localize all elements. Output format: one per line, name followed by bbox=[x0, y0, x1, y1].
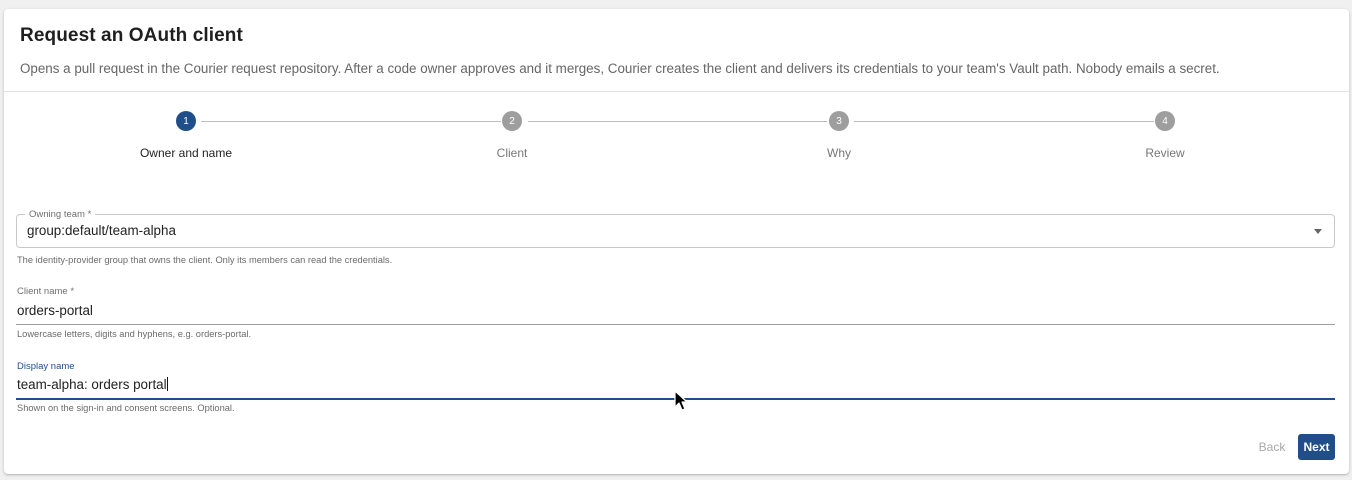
display-name-helper: Shown on the sign-in and consent screens… bbox=[17, 403, 235, 413]
mouse-pointer-icon bbox=[674, 390, 688, 411]
request-oauth-client-card: Request an OAuth client Opens a pull req… bbox=[4, 9, 1349, 474]
step-4-label[interactable]: Review bbox=[1145, 146, 1184, 160]
text-caret bbox=[166, 377, 168, 391]
client-name-helper: Lowercase letters, digits and hyphens, e… bbox=[17, 329, 252, 339]
card-header: Request an OAuth client Opens a pull req… bbox=[4, 9, 1349, 92]
step-connector bbox=[854, 121, 1154, 122]
step-2-circle[interactable]: 2 bbox=[502, 111, 522, 131]
client-name-input[interactable]: orders-portal bbox=[17, 303, 93, 318]
back-button[interactable]: Back bbox=[1252, 434, 1292, 460]
page-subtitle: Opens a pull request in the Courier requ… bbox=[20, 61, 1220, 76]
stepper: 1 2 3 4 Owner and name Client Why Review bbox=[4, 109, 1349, 169]
chevron-down-icon[interactable] bbox=[1314, 229, 1322, 234]
step-4-circle[interactable]: 4 bbox=[1155, 111, 1175, 131]
display-name-label: Display name bbox=[17, 361, 75, 372]
step-3-circle[interactable]: 3 bbox=[829, 111, 849, 131]
owning-team-helper: The identity-provider group that owns th… bbox=[17, 255, 393, 265]
step-2-label[interactable]: Client bbox=[497, 146, 528, 160]
step-1-label[interactable]: Owner and name bbox=[140, 146, 232, 160]
next-button[interactable]: Next bbox=[1298, 434, 1335, 460]
step-1-circle[interactable]: 1 bbox=[176, 111, 196, 131]
page-title: Request an OAuth client bbox=[20, 25, 243, 46]
step-connector bbox=[528, 121, 827, 122]
owning-team-value: group:default/team-alpha bbox=[27, 223, 176, 238]
step-3-label[interactable]: Why bbox=[827, 146, 851, 160]
owning-team-select[interactable]: Owning team * group:default/team-alpha bbox=[16, 209, 1335, 248]
step-connector bbox=[201, 121, 501, 122]
display-name-value: team-alpha: orders portal bbox=[17, 377, 167, 392]
client-name-label: Client name * bbox=[17, 286, 75, 297]
client-name-underline bbox=[16, 324, 1335, 325]
display-name-input[interactable]: team-alpha: orders portal bbox=[17, 377, 168, 392]
owning-team-label: Owning team * bbox=[25, 209, 96, 220]
